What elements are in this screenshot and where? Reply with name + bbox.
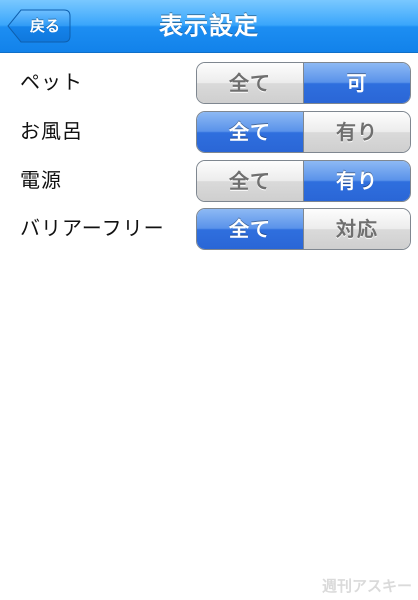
filter-row-power: 電源 全て 有り <box>0 158 418 202</box>
segment-option-all[interactable]: 全て <box>197 112 303 152</box>
segment-option-available[interactable]: 有り <box>303 161 410 201</box>
segment-option-all[interactable]: 全て <box>197 161 303 201</box>
segment-option-supported[interactable]: 対応 <box>303 209 410 249</box>
segment-option-all[interactable]: 全て <box>197 209 303 249</box>
filter-label-bath: お風呂 <box>20 119 83 143</box>
watermark-logo: 週刊アスキー <box>321 577 412 595</box>
filter-row-barrier-free: バリアーフリー 全て 対応 <box>0 206 418 250</box>
segmented-control-power: 全て 有り <box>196 160 411 202</box>
segment-option-available[interactable]: 有り <box>303 112 410 152</box>
filter-label-pet: ペット <box>20 70 83 94</box>
segment-option-allowed[interactable]: 可 <box>303 63 410 103</box>
segment-option-all[interactable]: 全て <box>197 63 303 103</box>
segmented-control-bath: 全て 有り <box>196 111 411 153</box>
navigation-bar: 戻る 表示設定 <box>0 0 418 53</box>
segmented-control-barrier-free: 全て 対応 <box>196 208 411 250</box>
filter-row-pet: ペット 全て 可 <box>0 60 418 104</box>
page-title: 表示設定 <box>159 12 259 40</box>
filter-row-bath: お風呂 全て 有り <box>0 109 418 153</box>
segmented-control-pet: 全て 可 <box>196 62 411 104</box>
filter-label-barrier-free: バリアーフリー <box>20 216 165 240</box>
filter-label-power: 電源 <box>20 168 62 192</box>
